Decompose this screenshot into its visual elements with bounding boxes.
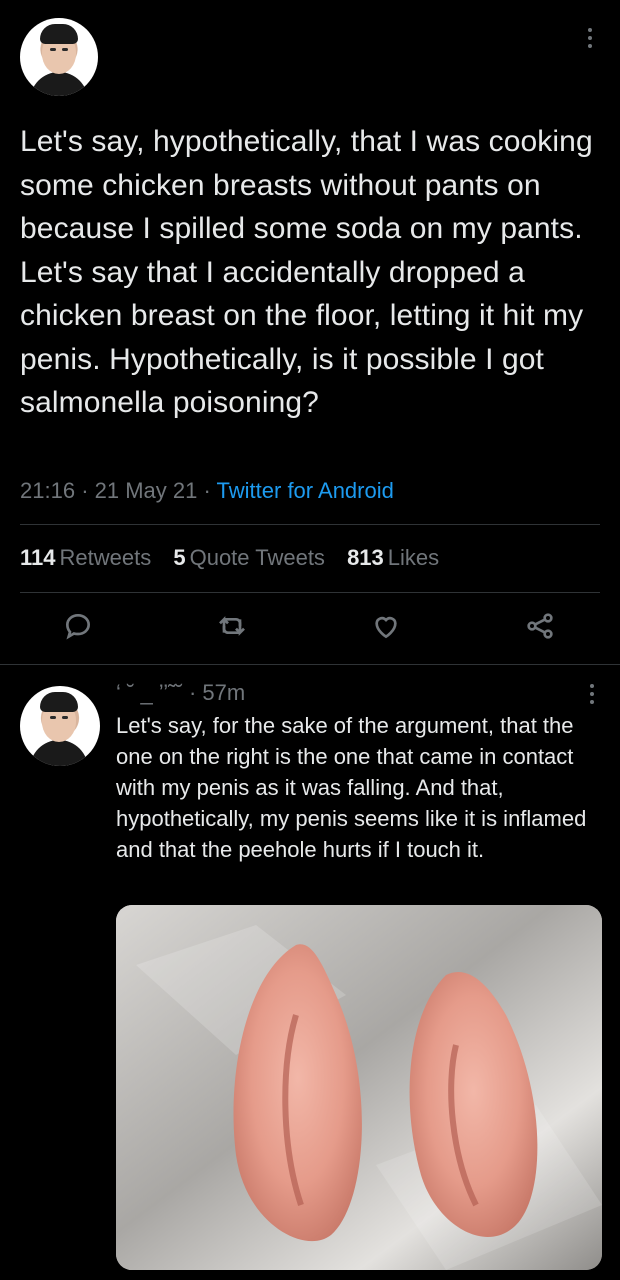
divider [20,592,600,593]
quotes-count: 5 [173,545,186,570]
quotes-label: Quote Tweets [189,545,325,570]
reply-age: 57m [202,680,246,705]
reply-icon[interactable] [62,610,98,646]
reply-media-image[interactable] [116,905,602,1270]
avatar-shirt [30,72,88,96]
avatar-eye-right [62,716,68,719]
tweet-separator [0,664,620,665]
like-icon[interactable] [370,610,406,646]
main-tweet-text: Let's say, hypothetically, that I was co… [20,125,593,419]
tweet-time: 21:16 [20,478,76,503]
avatar-hair [40,24,78,44]
avatar-eye-left [50,716,56,719]
share-icon[interactable] [524,610,560,646]
avatar-eye-left [50,48,56,51]
meta-separator: · [81,478,95,503]
retweets-label: Retweets [59,545,152,570]
meta-separator: · [188,680,203,705]
likes-label: Likes [387,545,440,570]
reply-more-options-icon[interactable] [590,684,594,708]
likes-stat[interactable]: 813 Likes [347,545,439,570]
chicken-breasts-image [116,905,602,1270]
divider [20,524,600,525]
tweet-actions [0,610,620,650]
tweet-source-link[interactable]: Twitter for Android [217,478,394,503]
retweets-stat[interactable]: 114 Retweets [20,545,151,570]
avatar-eye-right [62,48,68,51]
tweet-stats: 114 Retweets 5 Quote Tweets 813 Likes [20,545,455,571]
reply-metadata: ‘ ˘ _ ’’˜˘ · 57m [116,680,245,706]
tweet-date: 21 May 21 [94,478,198,503]
tweet-metadata: 21:16 · 21 May 21 · Twitter for Android [20,478,394,504]
retweets-count: 114 [20,545,56,570]
quotes-stat[interactable]: 5 Quote Tweets [173,545,325,570]
avatar-shirt [30,740,88,766]
reply-text: Let's say, for the sake of the argument,… [116,713,587,862]
reply-handle[interactable]: ‘ ˘ _ ’’˜˘ [116,680,183,705]
avatar-hair [40,692,78,712]
main-tweet-header [20,18,600,98]
profile-avatar[interactable] [20,18,98,96]
tweet-thread: Let's say, hypothetically, that I was co… [0,0,620,1280]
reply-profile-avatar[interactable] [20,686,100,766]
more-options-icon[interactable] [588,28,594,52]
meta-separator: · [203,478,217,503]
likes-count: 813 [347,545,384,570]
retweet-icon[interactable] [216,610,252,646]
